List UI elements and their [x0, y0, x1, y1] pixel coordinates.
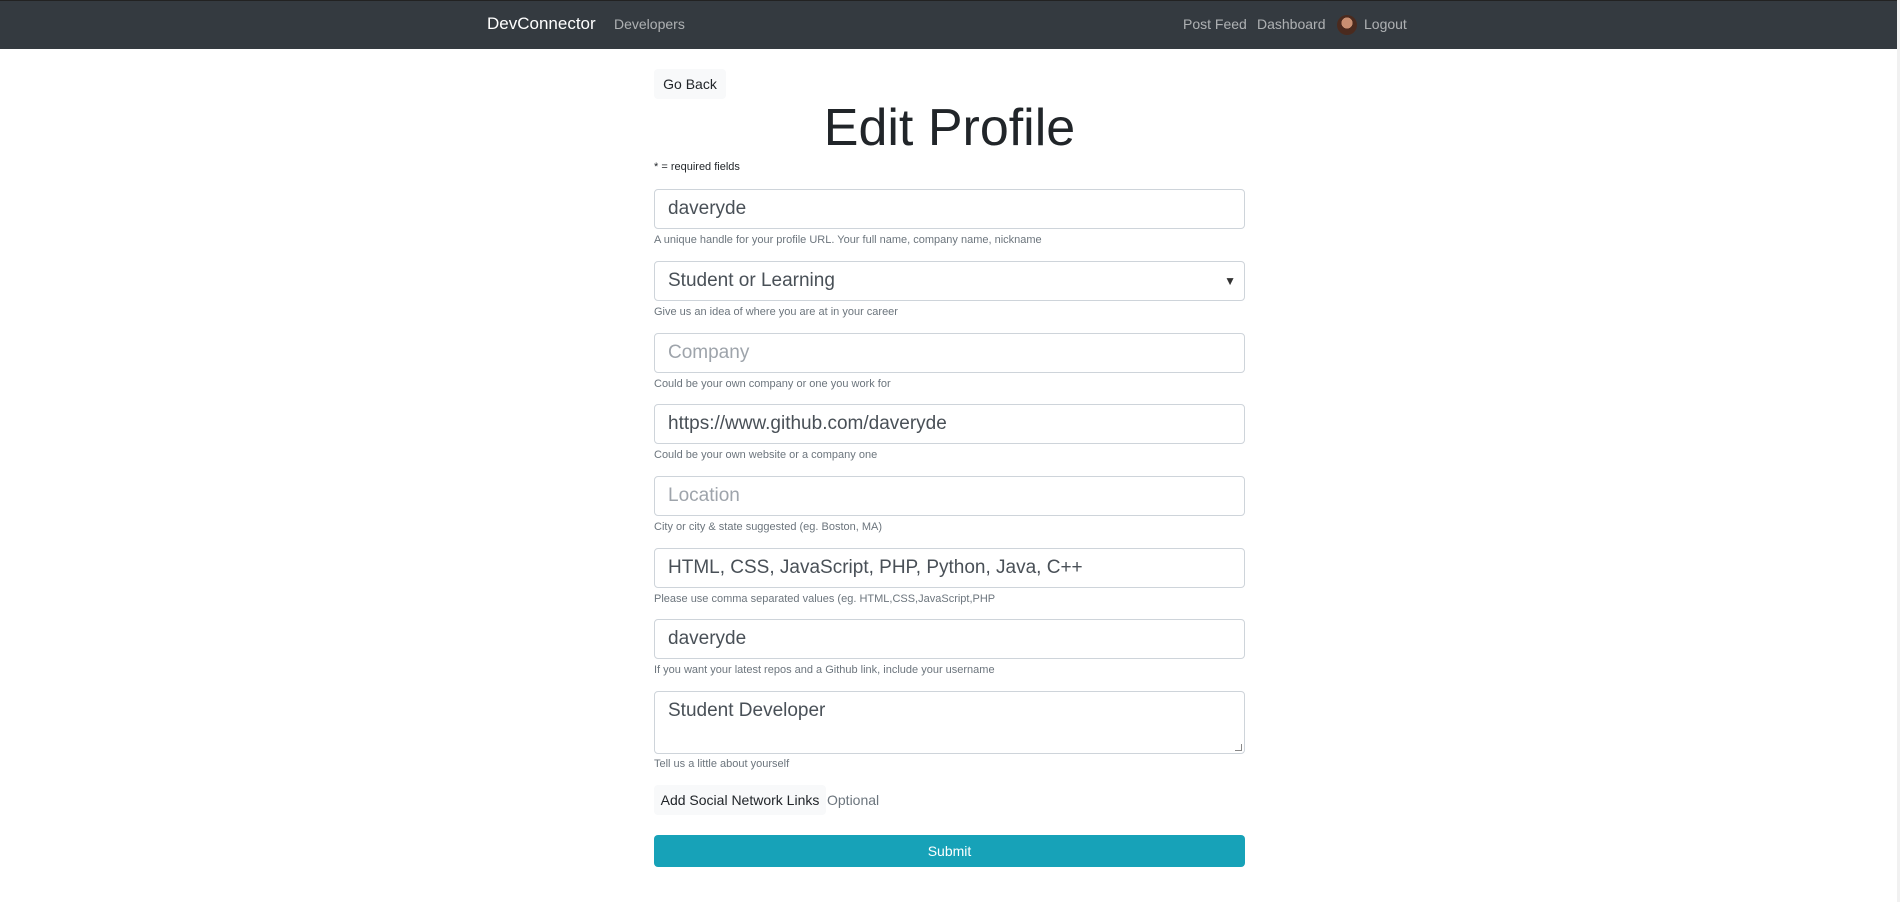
github-username-value: daveryde [668, 628, 747, 649]
page-title: Edit Profile [823, 99, 1076, 157]
required-note: * = required fields [654, 161, 740, 173]
optional-label: Optional [827, 792, 880, 808]
company-placeholder: Company [668, 342, 750, 363]
nav-developers[interactable]: Developers [614, 16, 685, 32]
nav-logout[interactable]: Logout [1364, 16, 1407, 32]
website-input[interactable]: https://www.github.com/daveryde [654, 404, 1245, 444]
skills-value: HTML, CSS, JavaScript, PHP, Python, Java… [668, 557, 1083, 578]
company-input[interactable]: Company [654, 333, 1245, 373]
resize-handle-icon[interactable] [1235, 744, 1242, 751]
navbar: DevConnector Developers Post Feed Dashbo… [0, 0, 1897, 49]
website-help: Could be your own website or a company o… [654, 449, 878, 461]
location-placeholder: Location [668, 485, 740, 506]
go-back-button[interactable]: Go Back [654, 69, 726, 99]
bio-textarea[interactable]: Student Developer [654, 691, 1245, 754]
bio-value: Student Developer [668, 700, 826, 721]
handle-value: daveryde [668, 198, 747, 219]
bio-help: Tell us a little about yourself [654, 758, 790, 770]
location-input[interactable]: Location [654, 476, 1245, 516]
nav-dashboard[interactable]: Dashboard [1257, 16, 1326, 32]
submit-button[interactable]: Submit [654, 835, 1245, 867]
github-username-input[interactable]: daveryde [654, 619, 1245, 659]
avatar [1337, 15, 1357, 35]
handle-input[interactable]: daveryde [654, 189, 1245, 229]
skills-help: Please use comma separated values (eg. H… [654, 593, 996, 605]
skills-input[interactable]: HTML, CSS, JavaScript, PHP, Python, Java… [654, 548, 1245, 588]
handle-help: A unique handle for your profile URL. Yo… [654, 234, 1042, 246]
location-help: City or city & state suggested (eg. Bost… [654, 521, 883, 533]
company-help: Could be your own company or one you wor… [654, 378, 891, 390]
add-social-links-button[interactable]: Add Social Network Links [654, 785, 826, 815]
status-select[interactable]: Student or Learning ▼ [654, 261, 1245, 301]
github-help: If you want your latest repos and a Gith… [654, 664, 995, 676]
brand-link[interactable]: DevConnector [487, 14, 596, 34]
chevron-down-icon: ▼ [1224, 274, 1236, 288]
nav-post-feed[interactable]: Post Feed [1183, 16, 1247, 32]
status-help: Give us an idea of where you are at in y… [654, 306, 898, 318]
status-value: Student or Learning [668, 270, 835, 291]
website-value: https://www.github.com/daveryde [668, 413, 947, 434]
